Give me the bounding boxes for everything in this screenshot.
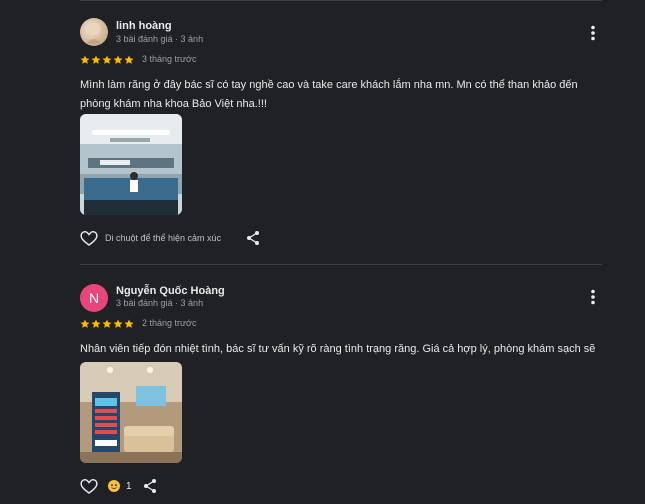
top-divider: [80, 0, 602, 1]
star-icon: [91, 319, 101, 328]
star-icon: [80, 55, 90, 64]
heart-icon[interactable]: [80, 478, 98, 494]
star-icon: [102, 319, 112, 328]
more-options-icon[interactable]: [586, 25, 600, 41]
reviewer-avatar[interactable]: N: [80, 284, 108, 312]
more-options-icon[interactable]: [586, 289, 600, 305]
review-photo[interactable]: [80, 362, 182, 463]
reviewer-name[interactable]: Nguyễn Quốc Hoàng: [116, 285, 225, 297]
review-actions: Di chuột để thể hiện cảm xúc: [80, 230, 261, 246]
star-icon: [124, 319, 134, 328]
reviewer-avatar[interactable]: [80, 18, 108, 46]
reaction-summary[interactable]: 1: [108, 480, 132, 492]
smile-emoji-icon: [108, 480, 120, 492]
reaction-hint: Di chuột để thể hiện cảm xúc: [105, 233, 222, 243]
reviewer-meta: 3 bài đánh giá · 3 ảnh: [116, 298, 204, 308]
star-icon: [124, 55, 134, 64]
heart-icon[interactable]: [80, 230, 98, 246]
review-card: N Nguyễn Quốc Hoàng 3 bài đánh giá · 3 ả…: [80, 284, 610, 498]
star-icon: [91, 55, 101, 64]
star-icon: [102, 55, 112, 64]
reaction-count: 1: [126, 480, 132, 492]
review-text: Mình làm răng ở đây bác sĩ có tay nghề c…: [80, 79, 578, 110]
star-icon: [113, 55, 123, 64]
review-photo[interactable]: [80, 114, 182, 215]
star-rating: [80, 319, 134, 329]
review-text: Nhân viên tiếp đón nhiệt tình, bác sĩ tư…: [80, 343, 596, 355]
review-card: linh hoàng 3 bài đánh giá · 3 ảnh 3 thán…: [80, 18, 610, 258]
avatar-letter: N: [88, 290, 100, 306]
review-actions: 1: [80, 478, 158, 494]
review-divider: [80, 264, 602, 265]
review-date: 3 tháng trước: [142, 54, 197, 64]
reviewer-name[interactable]: linh hoàng: [116, 20, 172, 32]
share-icon[interactable]: [245, 230, 261, 246]
review-date: 2 tháng trước: [142, 318, 197, 328]
reviewer-meta: 3 bài đánh giá · 3 ảnh: [116, 34, 204, 44]
share-icon[interactable]: [142, 478, 158, 494]
star-rating: [80, 55, 134, 65]
star-icon: [80, 319, 90, 328]
star-icon: [113, 319, 123, 328]
